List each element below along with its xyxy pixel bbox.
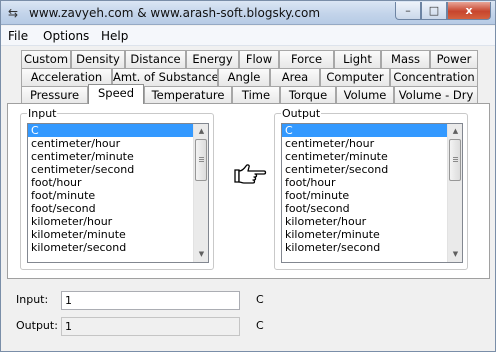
tab-angle[interactable]: Angle [218, 68, 270, 86]
list-item[interactable]: centimeter/minute [282, 150, 450, 163]
tab-torque[interactable]: Torque [280, 86, 336, 104]
input-unit-label: C [256, 293, 264, 306]
tab-concentration[interactable]: Concentration [390, 68, 478, 86]
list-item[interactable]: foot/hour [28, 176, 196, 189]
input-list-items: Ccentimeter/hour centimeter/minute centime… [28, 124, 208, 254]
output-list-items: Ccentimeter/hour centimeter/minute centime… [282, 124, 462, 254]
menu-bar: File Options Help [1, 26, 495, 46]
input-group-label: Input [27, 107, 58, 120]
tab-time[interactable]: Time [232, 86, 280, 104]
menu-help[interactable]: Help [101, 29, 128, 43]
list-item[interactable]: kilometer/minute [282, 228, 450, 241]
input-list-scrollbar[interactable]: ▲ ▼ [193, 124, 208, 262]
tab-temperature[interactable]: Temperature [144, 86, 232, 104]
tab-density[interactable]: Density [71, 50, 125, 68]
list-item[interactable]: kilometer/hour [282, 215, 450, 228]
list-item[interactable]: centimeter/hour [28, 137, 196, 150]
scroll-thumb[interactable] [195, 139, 207, 181]
list-item[interactable]: foot/hour [282, 176, 450, 189]
output-unit-list[interactable]: Ccentimeter/hour centimeter/minute centime… [281, 123, 463, 263]
tab-computer[interactable]: Computer [320, 68, 390, 86]
converter-window: ⇆ www.zavyeh.com & www.arash-soft.blogsk… [0, 0, 496, 352]
tab-volume[interactable]: Volume [336, 86, 394, 104]
menu-options[interactable]: Options [43, 29, 89, 43]
output-unit-label: C [256, 319, 264, 332]
list-item[interactable]: centimeter/second [282, 163, 450, 176]
close-button[interactable]: x [447, 2, 491, 20]
menu-file[interactable]: File [8, 29, 28, 43]
tab-area[interactable]: Area [270, 68, 320, 86]
output-field-label: Output: [16, 319, 58, 332]
list-item[interactable]: kilometer/second [282, 241, 450, 254]
tab-volume-dry[interactable]: Volume - Dry [394, 86, 478, 104]
title-bar[interactable]: ⇆ www.zavyeh.com & www.arash-soft.blogsk… [1, 1, 495, 25]
minimize-button[interactable]: – [395, 2, 421, 20]
list-item[interactable]: kilometer/hour [28, 215, 196, 228]
tab-pressure[interactable]: Pressure [21, 86, 88, 104]
list-item[interactable]: C [282, 124, 450, 137]
output-value-field[interactable]: 1 [61, 317, 240, 336]
speed-tab-panel: Input Ccentimeter/hour centimeter/minute c… [7, 103, 490, 279]
tab-custom[interactable]: Custom [21, 50, 71, 68]
input-group: Input Ccentimeter/hour centimeter/minute c… [20, 107, 214, 270]
tab-mass[interactable]: Mass [381, 50, 430, 68]
list-item[interactable]: kilometer/second [28, 241, 196, 254]
input-value-field[interactable]: 1 [61, 291, 240, 310]
scroll-thumb[interactable] [449, 139, 461, 181]
app-icon: ⇆ [8, 6, 19, 20]
list-item[interactable]: centimeter/hour [282, 137, 450, 150]
list-item[interactable]: foot/minute [282, 189, 450, 202]
input-unit-list[interactable]: Ccentimeter/hour centimeter/minute centime… [27, 123, 209, 263]
output-group: Output Ccentimeter/hour centimeter/minute… [274, 107, 468, 270]
output-group-label: Output [281, 107, 322, 120]
list-item[interactable]: kilometer/minute [28, 228, 196, 241]
scroll-up-icon[interactable]: ▲ [448, 124, 462, 139]
tab-speed[interactable]: Speed [88, 84, 144, 104]
tab-distance[interactable]: Distance [125, 50, 186, 68]
scroll-down-icon[interactable]: ▼ [194, 247, 208, 262]
list-item[interactable]: foot/second [282, 202, 450, 215]
list-item[interactable]: foot/minute [28, 189, 196, 202]
window-title: www.zavyeh.com & www.arash-soft.blogsky.… [29, 6, 321, 20]
pointing-hand-icon [234, 164, 267, 184]
tab-power[interactable]: Power [430, 50, 478, 68]
tab-light[interactable]: Light [334, 50, 381, 68]
input-field-label: Input: [16, 293, 49, 306]
tab-force[interactable]: Force [279, 50, 334, 68]
tab-flow[interactable]: Flow [239, 50, 279, 68]
list-item[interactable]: C [28, 124, 196, 137]
scroll-down-icon[interactable]: ▼ [448, 247, 462, 262]
output-list-scrollbar[interactable]: ▲ ▼ [447, 124, 462, 262]
maximize-button[interactable]: □ [421, 2, 447, 20]
list-item[interactable]: centimeter/minute [28, 150, 196, 163]
scroll-up-icon[interactable]: ▲ [194, 124, 208, 139]
list-item[interactable]: centimeter/second [28, 163, 196, 176]
tab-energy[interactable]: Energy [186, 50, 239, 68]
list-item[interactable]: foot/second [28, 202, 196, 215]
